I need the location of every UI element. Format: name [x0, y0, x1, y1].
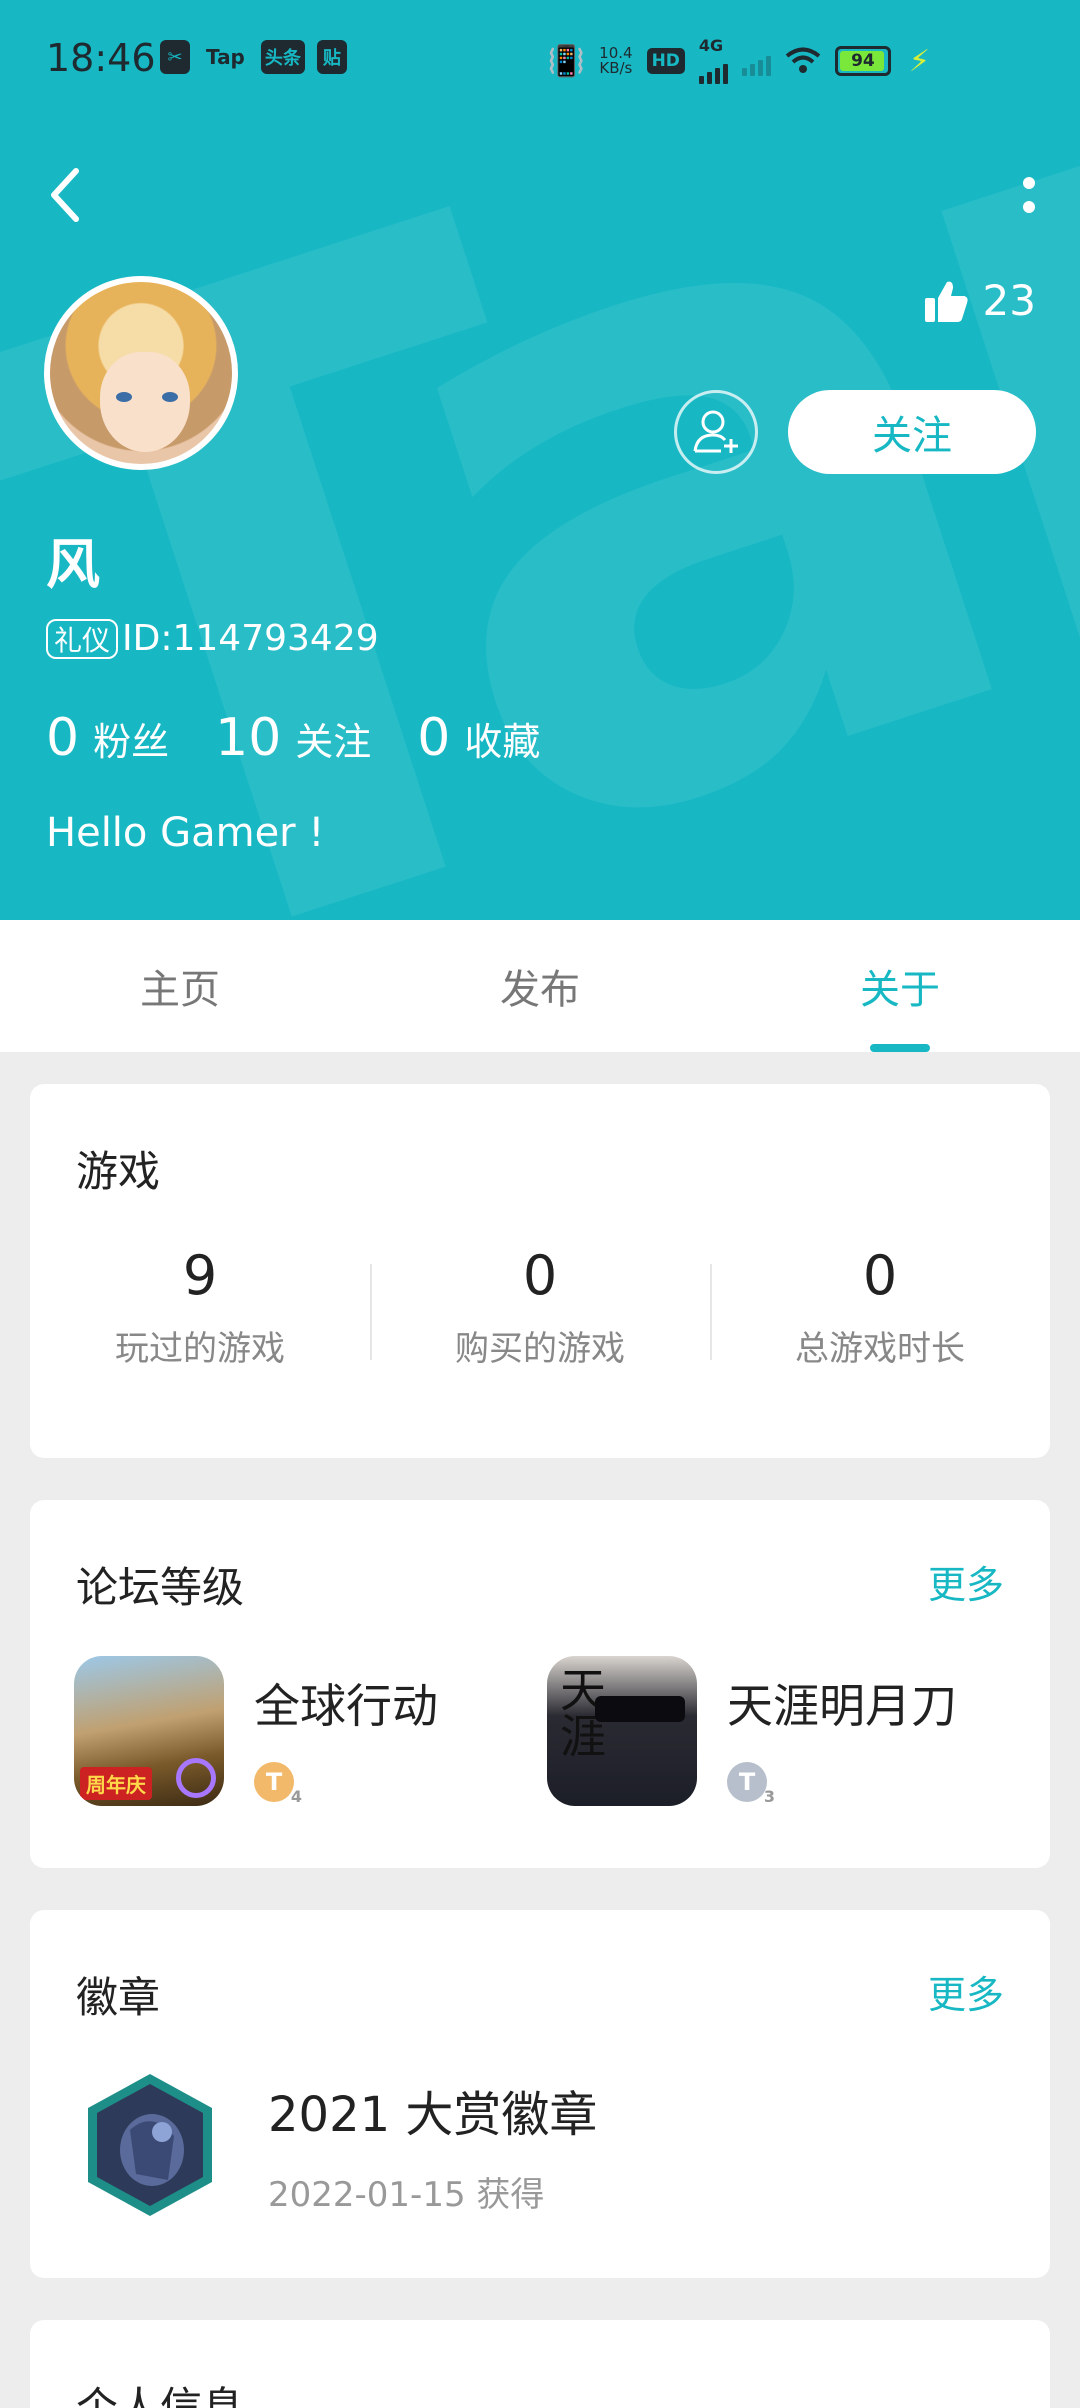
hd-icon: HD — [646, 48, 685, 74]
games-card: 游戏 9 玩过的游戏 0 购买的游戏 0 总游戏时长 — [30, 1084, 1050, 1458]
net-speed: 10.4 KB/s — [599, 44, 633, 77]
badge-item[interactable]: 2021 大赏徽章 2022-01-15 获得 — [82, 2070, 597, 2220]
notification-app-icon: ✂ — [160, 40, 190, 74]
fans-label[interactable]: 粉丝 — [93, 711, 169, 766]
vibrate-icon: 📳 — [547, 43, 586, 79]
status-indicators: 📳 10.4 KB/s HD 4G 94 ⚡ — [548, 38, 930, 84]
favorites-label[interactable]: 收藏 — [464, 711, 540, 766]
avatar[interactable] — [44, 276, 238, 470]
forum-more-link[interactable]: 更多 — [928, 1554, 1004, 1609]
badge-name: 2021 大赏徽章 — [268, 2086, 598, 2143]
user-id-row: 礼仪 ID:114793429 — [46, 618, 379, 659]
dot-icon — [1023, 201, 1035, 213]
charging-icon: ⚡ — [908, 43, 930, 79]
etiquette-badge[interactable]: 礼仪 — [46, 618, 119, 659]
chevron-left-icon — [51, 168, 79, 222]
personal-info-card: 个人信息 — [30, 2320, 1050, 2408]
dot-icon — [1023, 177, 1035, 189]
games-card-title: 游戏 — [76, 1147, 161, 1196]
level-badge: T 4 — [254, 1762, 302, 1806]
game-icon: 周年庆 — [74, 1656, 224, 1806]
purchased-games-stat[interactable]: 0 购买的游戏 — [370, 1244, 710, 1369]
forum-game-name: 天涯明月刀 — [727, 1679, 957, 1733]
status-app-icons: ✂ Tap 头条 贴 — [160, 40, 347, 74]
username: 风 — [46, 533, 100, 596]
badges-card-title: 徽章 — [76, 1973, 161, 2022]
forum-item[interactable]: 周年庆 全球行动 T 4 — [74, 1656, 547, 1806]
fans-count[interactable]: 0 — [46, 708, 79, 768]
cell-signal-icon: 4G — [698, 38, 728, 84]
playtime-stat[interactable]: 0 总游戏时长 — [710, 1244, 1050, 1369]
battery-icon: 94 — [834, 46, 891, 76]
forum-list: 周年庆 全球行动 T 4 天涯 天涯明月刀 T 3 — [74, 1656, 1020, 1806]
user-bio: Hello Gamer ! — [46, 810, 325, 856]
back-button[interactable] — [40, 160, 90, 230]
add-user-icon — [693, 410, 738, 453]
played-games-stat[interactable]: 9 玩过的游戏 — [30, 1244, 370, 1369]
badges-more-link[interactable]: 更多 — [928, 1964, 1004, 2019]
profile-header: Tap 18:46 ✂ Tap 头条 贴 📳 10.4 KB/s HD 4G 9… — [0, 0, 1080, 920]
forum-card-title: 论坛等级 — [76, 1563, 245, 1612]
news-app-icon: 头条 — [260, 40, 305, 74]
tap-app-icon: Tap — [206, 45, 245, 69]
games-stats: 9 玩过的游戏 0 购买的游戏 0 总游戏时长 — [30, 1244, 1050, 1369]
following-count[interactable]: 10 — [215, 708, 281, 768]
more-options-button[interactable] — [1004, 160, 1054, 230]
cell-signal-2-icon — [741, 46, 771, 76]
game-icon: 天涯 — [547, 1656, 697, 1806]
follow-button[interactable]: 关注 — [788, 390, 1036, 474]
follow-stats: 0 粉丝 10 关注 0 收藏 — [46, 708, 586, 768]
status-time: 18:46 — [46, 36, 156, 80]
likes-count: 23 — [982, 276, 1036, 325]
active-tab-indicator — [870, 1044, 930, 1052]
add-friend-button[interactable] — [674, 390, 758, 474]
level-badge: T 3 — [727, 1762, 775, 1806]
wifi-icon — [785, 47, 821, 73]
badges-card: 徽章 更多 2021 大赏徽章 2022-01-15 获得 — [30, 1910, 1050, 2278]
status-bar: 18:46 ✂ Tap 头条 贴 📳 10.4 KB/s HD 4G 94 ⚡ — [0, 0, 1080, 120]
forum-level-card: 论坛等级 更多 周年庆 全球行动 T 4 天涯 天涯明月刀 T 3 — [30, 1500, 1050, 1868]
tab-about[interactable]: 关于 — [720, 920, 1080, 1052]
tab-posts[interactable]: 发布 — [360, 920, 720, 1052]
tab-home[interactable]: 主页 — [0, 920, 360, 1052]
personal-info-title: 个人信息 — [76, 2383, 245, 2408]
user-id: ID:114793429 — [122, 618, 379, 659]
likes-counter[interactable]: 23 — [923, 276, 1036, 325]
following-label[interactable]: 关注 — [295, 711, 371, 766]
badge-date: 2022-01-15 获得 — [268, 2174, 545, 2215]
thumbs-up-icon — [924, 281, 968, 322]
forum-game-name: 全球行动 — [254, 1679, 438, 1733]
tieba-app-icon: 贴 — [316, 40, 347, 74]
forum-item[interactable]: 天涯 天涯明月刀 T 3 — [547, 1656, 1020, 1806]
profile-tabs: 主页 发布 关于 — [0, 920, 1080, 1052]
favorites-count[interactable]: 0 — [417, 708, 450, 768]
hexagon-badge-icon — [82, 2070, 218, 2220]
